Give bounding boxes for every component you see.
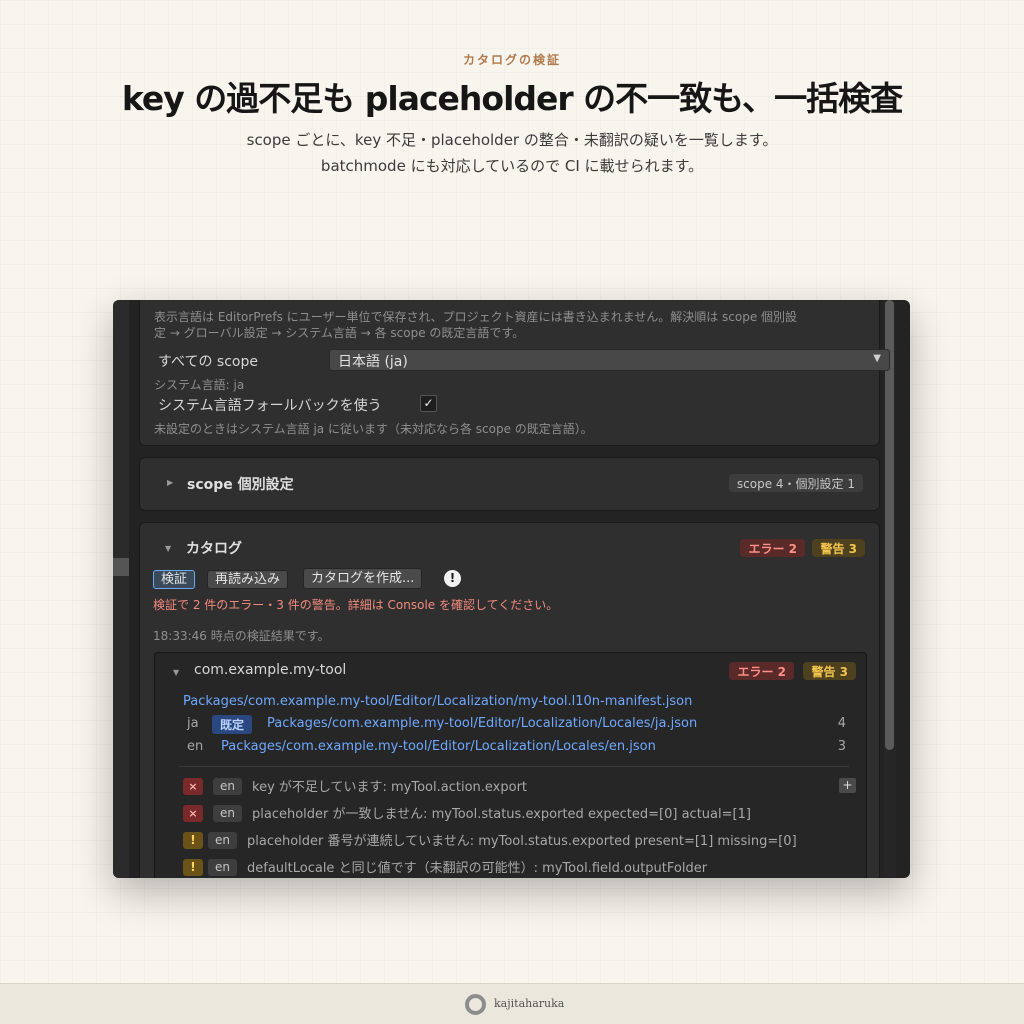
package-error-badge: エラー 2 <box>729 662 794 680</box>
language-settings-panel: 表示言語は EditorPrefs にユーザー単位で保存され、プロジェクト資産に… <box>139 300 890 446</box>
issue-locale-tag: en <box>213 778 242 795</box>
validation-message: 検証で 2 件のエラー・3 件の警告。詳細は Console を確認してください… <box>153 598 559 612</box>
catalog-title[interactable]: カタログ <box>186 538 242 558</box>
package-block: ▼ com.example.my-tool エラー 2 警告 3 Package… <box>154 652 867 878</box>
fallback-label: システム言語フォールバックを使う <box>158 398 382 414</box>
catalog-error-badge: エラー 2 <box>740 539 805 557</box>
add-key-button[interactable]: + <box>839 778 856 793</box>
footer: kajitaharuka <box>0 983 1024 1024</box>
issue-message: key が不足しています: myTool.action.export <box>252 780 528 795</box>
create-catalog-button[interactable]: カタログを作成... <box>303 568 423 589</box>
issue-message: placeholder 番号が連続していません: myTool.status.e… <box>247 834 797 849</box>
locale-path-link[interactable]: Packages/com.example.my-tool/Editor/Loca… <box>267 716 697 731</box>
error-icon: × <box>183 778 203 795</box>
gutter-marker <box>113 558 129 576</box>
brand-name: kajitaharuka <box>494 997 565 1010</box>
subtitle-line-1: scope ごとに、key 不足・placeholder の整合・未翻訳の疑いを… <box>246 131 778 149</box>
reload-button[interactable]: 再読み込み <box>207 570 289 589</box>
validation-timestamp: 18:33:46 時点の検証結果です。 <box>153 629 330 643</box>
validate-button[interactable]: 検証 <box>153 570 196 589</box>
scope-summary-badge: scope 4・個別設定 1 <box>728 474 863 492</box>
language-description-line-2: 定 → グローバル設定 → システム言語 → 各 scope の既定言語です。 <box>154 326 525 340</box>
collapsed-arrow-icon[interactable]: ▶ <box>167 478 173 487</box>
expanded-arrow-icon[interactable]: ▼ <box>165 544 171 553</box>
issue-locale-tag: en <box>208 859 237 876</box>
language-description-line-1: 表示言語は EditorPrefs にユーザー単位で保存され、プロジェクト資産に… <box>154 310 798 324</box>
issue-message: defaultLocale と同じ値です（未翻訳の可能性）: myTool.fi… <box>247 861 708 876</box>
warning-icon: ! <box>183 832 203 849</box>
package-name[interactable]: com.example.my-tool <box>194 662 346 678</box>
locale-code: ja <box>187 716 199 731</box>
locale-path-link[interactable]: Packages/com.example.my-tool/Editor/Loca… <box>221 739 656 754</box>
catalog-panel: ▼ カタログ エラー 2 警告 3 検証 再読み込み カタログを作成... ! … <box>139 522 880 878</box>
issue-message: placeholder が一致しません: myTool.status.expor… <box>252 807 751 822</box>
info-icon[interactable]: ! <box>444 570 461 587</box>
warning-icon: ! <box>183 859 203 876</box>
scope-settings-panel[interactable]: ▶ scope 個別設定 scope 4・個別設定 1 <box>139 457 880 511</box>
system-language-label: システム言語: ja <box>154 378 245 392</box>
unset-note: 未設定のときはシステム言語 ja に従います（未対応なら各 scope の既定言… <box>154 422 593 436</box>
language-dropdown-value: 日本語 (ja) <box>338 354 408 370</box>
issue-locale-tag: en <box>208 832 237 849</box>
catalog-warning-badge: 警告 3 <box>812 539 865 557</box>
divider <box>179 766 849 767</box>
language-dropdown[interactable]: 日本語 (ja) ▼ <box>329 349 890 371</box>
subtitle-line-2: batchmode にも対応しているので CI に載せられます。 <box>320 157 704 175</box>
locale-key-count: 4 <box>837 716 846 731</box>
headline: key の過不足も placeholder の不一致も、一括検査 <box>121 79 903 118</box>
package-expanded-arrow-icon[interactable]: ▼ <box>173 668 179 677</box>
fallback-checkbox[interactable]: ✓ <box>420 395 437 412</box>
eyebrow-label: カタログの検証 <box>462 53 561 67</box>
all-scope-label: すべての scope <box>158 354 258 370</box>
brand-logo-icon <box>465 994 486 1015</box>
manifest-path-link[interactable]: Packages/com.example.my-tool/Editor/Loca… <box>183 694 692 709</box>
editor-window: 表示言語は EditorPrefs にユーザー単位で保存され、プロジェクト資産に… <box>113 300 910 878</box>
left-gutter <box>113 300 129 878</box>
locale-code: en <box>187 739 204 754</box>
error-icon: × <box>183 805 203 822</box>
default-locale-badge: 既定 <box>212 715 253 734</box>
package-warning-badge: 警告 3 <box>803 662 856 680</box>
locale-key-count: 3 <box>837 739 846 754</box>
scope-settings-title[interactable]: scope 個別設定 <box>187 474 294 494</box>
dropdown-arrow-icon: ▼ <box>873 353 881 364</box>
issue-locale-tag: en <box>213 805 242 822</box>
